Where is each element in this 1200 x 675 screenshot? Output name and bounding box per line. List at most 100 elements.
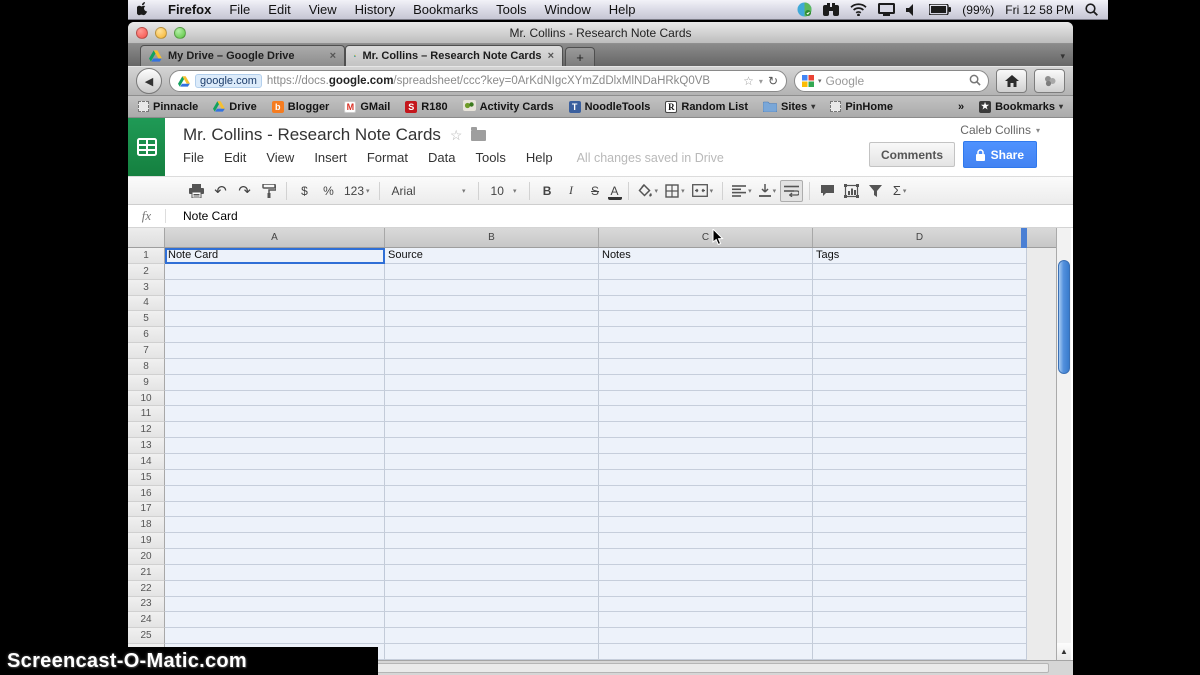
cell-C26[interactable] bbox=[599, 644, 813, 660]
cell-D20[interactable] bbox=[813, 549, 1027, 565]
bookmark-random-list[interactable]: RRandom List bbox=[665, 101, 748, 113]
cell-D3[interactable] bbox=[813, 280, 1027, 296]
row-header-6[interactable]: 6 bbox=[128, 327, 165, 343]
cell-D5[interactable] bbox=[813, 311, 1027, 327]
cell-D23[interactable] bbox=[813, 597, 1027, 613]
close-window-button[interactable] bbox=[136, 27, 148, 39]
cell-A22[interactable] bbox=[165, 581, 385, 597]
insert-comment-button[interactable] bbox=[816, 180, 839, 202]
horizontal-align-button[interactable]: ▾ bbox=[729, 180, 755, 202]
cell-A16[interactable] bbox=[165, 486, 385, 502]
menubar-help[interactable]: Help bbox=[600, 0, 645, 20]
cell-C24[interactable] bbox=[599, 612, 813, 628]
cell-B26[interactable] bbox=[385, 644, 599, 660]
cell-C12[interactable] bbox=[599, 422, 813, 438]
menubar-file[interactable]: File bbox=[220, 0, 259, 20]
tab-note-cards[interactable]: Mr. Collins – Research Note Cards × bbox=[345, 45, 563, 66]
url-dropdown-icon[interactable]: ▾ bbox=[759, 77, 763, 86]
bookmarks-overflow-chevron[interactable]: » bbox=[958, 101, 964, 113]
print-button[interactable] bbox=[185, 180, 208, 202]
cell-B15[interactable] bbox=[385, 470, 599, 486]
cell-D7[interactable] bbox=[813, 343, 1027, 359]
cell-B16[interactable] bbox=[385, 486, 599, 502]
volume-icon[interactable] bbox=[906, 4, 918, 16]
merge-cells-button[interactable]: ▾ bbox=[689, 180, 717, 202]
menubar-window[interactable]: Window bbox=[536, 0, 600, 20]
row-header-14[interactable]: 14 bbox=[128, 454, 165, 470]
document-title[interactable]: Mr. Collins - Research Note Cards bbox=[183, 125, 441, 145]
row-header-10[interactable]: 10 bbox=[128, 391, 165, 407]
undo-button[interactable]: ↶ bbox=[209, 180, 232, 202]
cell-A18[interactable] bbox=[165, 517, 385, 533]
menubar-clock[interactable]: Fri 12 58 PM bbox=[1005, 3, 1074, 17]
google-search-engine-icon[interactable] bbox=[802, 75, 814, 87]
column-header-C[interactable]: C bbox=[599, 228, 813, 247]
cell-D11[interactable] bbox=[813, 406, 1027, 422]
cell-A25[interactable] bbox=[165, 628, 385, 644]
formula-input-value[interactable]: Note Card bbox=[166, 209, 238, 223]
row-header-15[interactable]: 15 bbox=[128, 470, 165, 486]
column-header-B[interactable]: B bbox=[385, 228, 599, 247]
cell-C21[interactable] bbox=[599, 565, 813, 581]
screencast-app-icon[interactable] bbox=[797, 2, 812, 17]
cell-D12[interactable] bbox=[813, 422, 1027, 438]
menu-help[interactable]: Help bbox=[516, 150, 563, 165]
horizontal-scrollbar[interactable] bbox=[290, 663, 1049, 673]
cell-C16[interactable] bbox=[599, 486, 813, 502]
row-header-4[interactable]: 4 bbox=[128, 296, 165, 312]
cell-B2[interactable] bbox=[385, 264, 599, 280]
tab-my-drive[interactable]: My Drive – Google Drive × bbox=[140, 45, 345, 66]
comments-button[interactable]: Comments bbox=[869, 142, 955, 167]
insert-chart-button[interactable] bbox=[840, 180, 863, 202]
cell-D26[interactable] bbox=[813, 644, 1027, 660]
menubar-app-name[interactable]: Firefox bbox=[159, 0, 220, 20]
font-family-select[interactable]: Arial▾ bbox=[386, 180, 472, 202]
cell-D15[interactable] bbox=[813, 470, 1027, 486]
cell-A9[interactable] bbox=[165, 375, 385, 391]
cell-B24[interactable] bbox=[385, 612, 599, 628]
menubar-bookmarks[interactable]: Bookmarks bbox=[404, 0, 487, 20]
cell-B23[interactable] bbox=[385, 597, 599, 613]
spotlight-icon[interactable] bbox=[1085, 3, 1098, 16]
bold-button[interactable]: B bbox=[536, 180, 559, 202]
cell-C3[interactable] bbox=[599, 280, 813, 296]
cell-A2[interactable] bbox=[165, 264, 385, 280]
text-color-button[interactable]: A bbox=[608, 185, 622, 200]
paint-format-button[interactable] bbox=[257, 180, 280, 202]
new-tab-button[interactable]: + bbox=[565, 47, 595, 66]
tab-close-icon[interactable]: × bbox=[330, 50, 336, 62]
cell-D13[interactable] bbox=[813, 438, 1027, 454]
reload-icon[interactable]: ↻ bbox=[768, 74, 778, 88]
apple-menu-icon[interactable] bbox=[128, 0, 159, 20]
cell-C15[interactable] bbox=[599, 470, 813, 486]
zoom-window-button[interactable] bbox=[174, 27, 186, 39]
wrap-text-button[interactable] bbox=[780, 180, 803, 202]
cell-C11[interactable] bbox=[599, 406, 813, 422]
cell-A13[interactable] bbox=[165, 438, 385, 454]
cell-C17[interactable] bbox=[599, 502, 813, 518]
cell-C5[interactable] bbox=[599, 311, 813, 327]
cell-D2[interactable] bbox=[813, 264, 1027, 280]
row-header-24[interactable]: 24 bbox=[128, 612, 165, 628]
account-menu[interactable]: Caleb Collins▾ bbox=[960, 123, 1040, 137]
cell-A5[interactable] bbox=[165, 311, 385, 327]
borders-button[interactable]: ▾ bbox=[662, 180, 688, 202]
list-tabs-icon[interactable]: ▾ bbox=[1060, 51, 1065, 62]
cell-C7[interactable] bbox=[599, 343, 813, 359]
row-header-20[interactable]: 20 bbox=[128, 549, 165, 565]
cell-D6[interactable] bbox=[813, 327, 1027, 343]
cell-D21[interactable] bbox=[813, 565, 1027, 581]
cell-B13[interactable] bbox=[385, 438, 599, 454]
vertical-scrollbar[interactable] bbox=[1056, 228, 1071, 675]
cell-B4[interactable] bbox=[385, 296, 599, 312]
bookmark-activity-cards[interactable]: Activity Cards bbox=[463, 100, 554, 114]
move-to-folder-icon[interactable] bbox=[471, 130, 486, 141]
cell-C20[interactable] bbox=[599, 549, 813, 565]
cell-B21[interactable] bbox=[385, 565, 599, 581]
menu-edit[interactable]: Edit bbox=[214, 150, 256, 165]
cell-D4[interactable] bbox=[813, 296, 1027, 312]
search-engine-dropdown-icon[interactable]: ▾ bbox=[818, 77, 822, 85]
cell-D25[interactable] bbox=[813, 628, 1027, 644]
menu-insert[interactable]: Insert bbox=[304, 150, 357, 165]
menubar-tools[interactable]: Tools bbox=[487, 0, 535, 20]
